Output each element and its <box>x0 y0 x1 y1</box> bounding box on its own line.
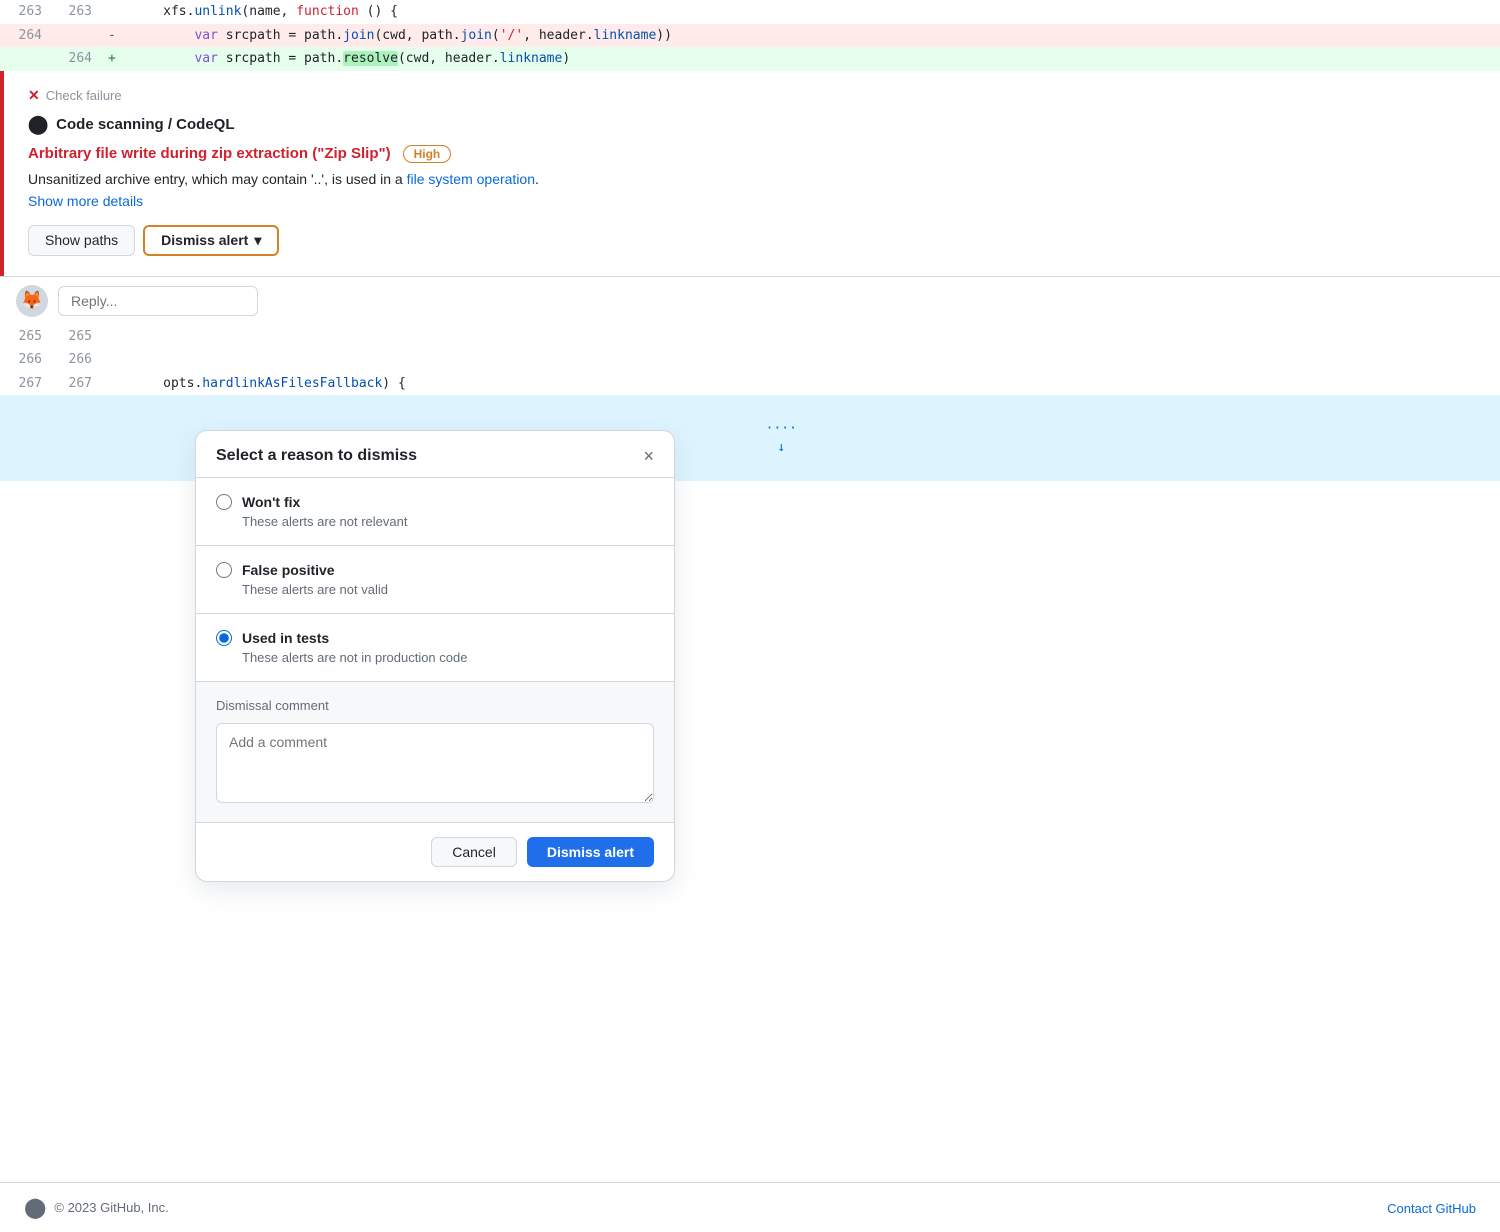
modal-footer: Cancel Dismiss alert <box>196 822 674 881</box>
diff-sign <box>100 348 124 372</box>
diff-sign: - <box>100 24 124 48</box>
diff-row-267: 267 267 opts.hardlinkAsFilesFallback) { <box>0 372 1500 396</box>
diff-row-neutral: 263 263 xfs.unlink(name, function () { <box>0 0 1500 24</box>
severity-badge: High <box>403 145 452 163</box>
dropdown-chevron-icon: ▾ <box>254 232 261 249</box>
radio-false-positive[interactable] <box>216 562 232 578</box>
radio-row-false-positive: False positive <box>216 562 654 578</box>
avatar: 🦊 <box>16 285 48 317</box>
diff-sign <box>100 0 124 24</box>
dismiss-alert-label: Dismiss alert <box>161 232 248 248</box>
x-icon: ✕ <box>28 87 40 104</box>
expand-down-icon: ↓ <box>770 440 793 455</box>
footer-copyright: © 2023 GitHub, Inc. <box>54 1200 168 1215</box>
expand-icon: ···· <box>766 421 797 436</box>
diff-row-removed: 264 - var srcpath = path.join(cwd, path.… <box>0 24 1500 48</box>
dismissal-comment-label: Dismissal comment <box>216 698 654 713</box>
reply-row: 🦊 <box>0 276 1500 325</box>
dismiss-reason-modal: Select a reason to dismiss × Won't fix T… <box>195 430 675 882</box>
line-num-old: 267 <box>0 372 50 396</box>
radio-desc-wont-fix: These alerts are not relevant <box>242 514 654 529</box>
line-num-old: 265 <box>0 325 50 349</box>
line-num-old <box>0 47 50 71</box>
modal-body: Won't fix These alerts are not relevant … <box>196 478 674 681</box>
line-num-old: 266 <box>0 348 50 372</box>
action-buttons: Show paths Dismiss alert ▾ <box>28 225 1476 256</box>
radio-option-false-positive: False positive These alerts are not vali… <box>196 546 674 614</box>
radio-desc-false-positive: These alerts are not valid <box>242 582 654 597</box>
radio-used-in-tests[interactable] <box>216 630 232 646</box>
radio-row-wont-fix: Won't fix <box>216 494 654 510</box>
code-line: var srcpath = path.resolve(cwd, header.l… <box>124 47 1500 71</box>
radio-label-false-positive[interactable]: False positive <box>242 562 335 578</box>
reply-input[interactable] <box>58 286 258 316</box>
contact-github-link[interactable]: Contact GitHub <box>1387 1201 1476 1216</box>
check-title: ⬤ Code scanning / CodeQL <box>28 114 1476 135</box>
radio-row-used-in-tests: Used in tests <box>216 630 654 646</box>
diff-table: 263 263 xfs.unlink(name, function () { 2… <box>0 0 1500 71</box>
footer-right: Contact GitHub <box>1387 1200 1476 1216</box>
page-footer: ⬤ © 2023 GitHub, Inc. Contact GitHub <box>0 1182 1500 1232</box>
line-num-new: 263 <box>50 0 100 24</box>
line-num-new: 267 <box>50 372 100 396</box>
radio-desc-used-in-tests: These alerts are not in production code <box>242 650 654 665</box>
line-num-old: 264 <box>0 24 50 48</box>
github-icon: ⬤ <box>28 114 48 135</box>
comment-textarea[interactable] <box>216 723 654 803</box>
dismiss-final-button[interactable]: Dismiss alert <box>527 837 654 867</box>
check-failure-label: Check failure <box>46 88 122 103</box>
code-line <box>124 325 1500 349</box>
code-line: xfs.unlink(name, function () { <box>124 0 1500 24</box>
footer-left: ⬤ © 2023 GitHub, Inc. <box>24 1195 169 1220</box>
file-system-link[interactable]: file system operation <box>407 171 535 187</box>
line-num-new: 266 <box>50 348 100 372</box>
modal-title: Select a reason to dismiss <box>216 447 417 465</box>
check-failure-panel: ✕ Check failure ⬤ Code scanning / CodeQL… <box>0 71 1500 276</box>
dismissal-comment-section: Dismissal comment <box>196 681 674 822</box>
show-paths-button[interactable]: Show paths <box>28 225 135 256</box>
radio-wont-fix[interactable] <box>216 494 232 510</box>
diff-row-added: 264 + var srcpath = path.resolve(cwd, he… <box>0 47 1500 71</box>
diff-sign <box>100 325 124 349</box>
check-title-text: Code scanning / CodeQL <box>56 116 234 133</box>
line-num-new: 264 <box>50 47 100 71</box>
diff-row-265: 265 265 <box>0 325 1500 349</box>
alert-title: Arbitrary file write during zip extracti… <box>28 145 1476 163</box>
code-line: var srcpath = path.join(cwd, path.join('… <box>124 24 1500 48</box>
line-num-new <box>50 24 100 48</box>
show-more-details-link[interactable]: Show more details <box>28 193 1476 209</box>
radio-label-wont-fix[interactable]: Won't fix <box>242 494 300 510</box>
cancel-button[interactable]: Cancel <box>431 837 517 867</box>
diff-row-266: 266 266 <box>0 348 1500 372</box>
check-failure-header: ✕ Check failure <box>28 87 1476 104</box>
line-num-old: 263 <box>0 0 50 24</box>
code-line: opts.hardlinkAsFilesFallback) { <box>124 372 1500 396</box>
dismiss-alert-button[interactable]: Dismiss alert ▾ <box>143 225 279 256</box>
modal-close-button[interactable]: × <box>643 447 654 465</box>
alert-title-text: Arbitrary file write during zip extracti… <box>28 145 391 162</box>
radio-option-used-in-tests: Used in tests These alerts are not in pr… <box>196 614 674 681</box>
line-num-new: 265 <box>50 325 100 349</box>
diff-sign <box>100 372 124 396</box>
github-footer-icon: ⬤ <box>24 1195 46 1220</box>
radio-label-used-in-tests[interactable]: Used in tests <box>242 630 329 646</box>
radio-option-wont-fix: Won't fix These alerts are not relevant <box>196 478 674 546</box>
alert-description: Unsanitized archive entry, which may con… <box>28 171 1476 187</box>
modal-header: Select a reason to dismiss × <box>196 431 674 478</box>
code-line <box>124 348 1500 372</box>
diff-sign: + <box>100 47 124 71</box>
